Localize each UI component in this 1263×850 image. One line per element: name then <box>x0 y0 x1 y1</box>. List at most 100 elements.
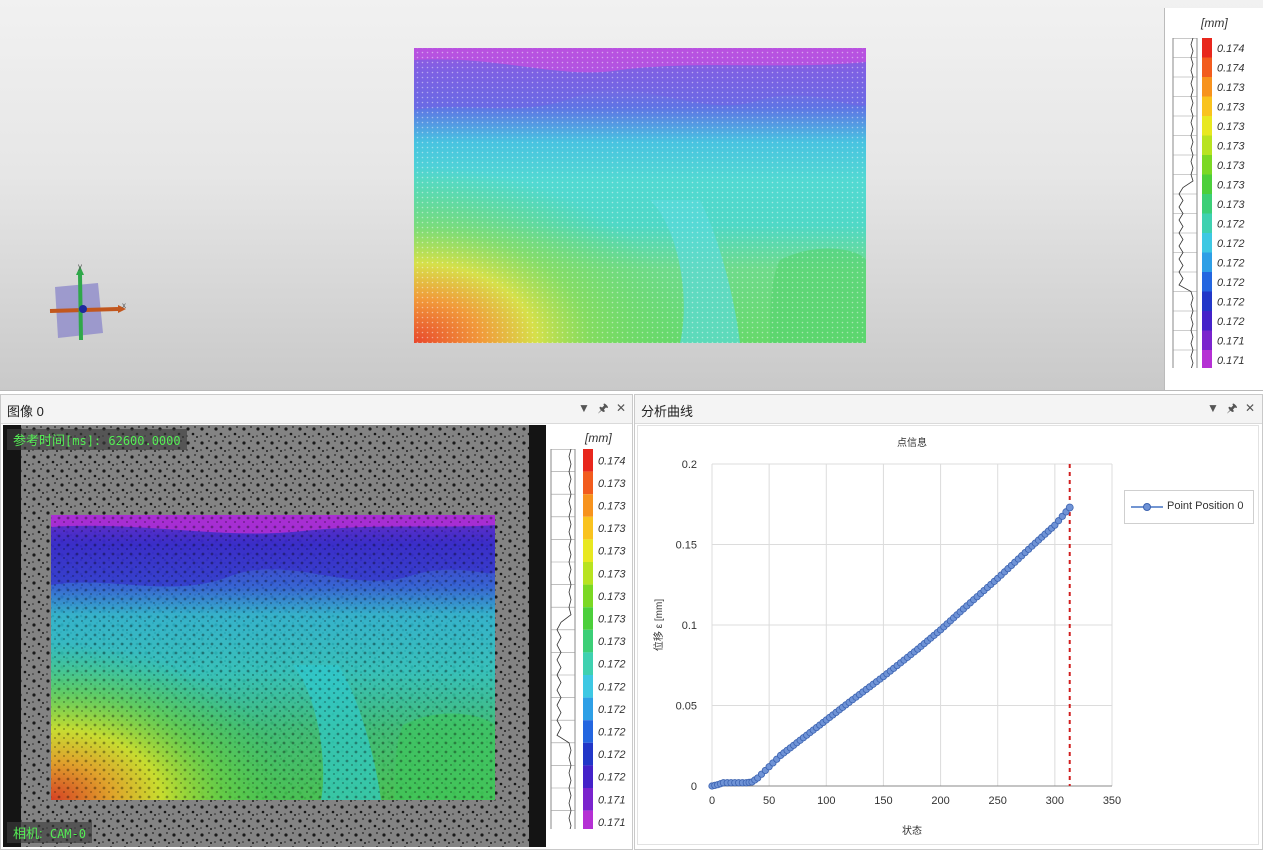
legend-color-swatch <box>1202 291 1212 311</box>
series-point <box>1065 503 1074 512</box>
image-legend-color-swatch <box>583 562 593 585</box>
chart-legend: Point Position 0 <box>1124 490 1254 524</box>
legend-color-swatch <box>1202 311 1212 331</box>
image-legend-color-swatch <box>583 765 593 788</box>
legend-color-swatch <box>1202 96 1212 116</box>
ref-time-caption: 参考时间 <box>13 433 66 448</box>
color-scale-legend: [mm] 0.174 0.174 0.173 0.173 0.173 0.173 0.173… <box>1164 8 1263 390</box>
image-legend-value-label: 0.171 <box>598 794 626 806</box>
legend-value-label: 0.173 <box>1217 140 1245 152</box>
chart-area[interactable]: 点信息 0 50 100 150 200 250 300 350 0 0.05 0.1 0.15 0.2 状… <box>637 425 1259 845</box>
x-tick-label: 0 <box>709 795 715 807</box>
y-tick-label: 0 <box>691 781 697 793</box>
image-legend-color-swatch <box>583 675 593 698</box>
image-legend-value-label: 0.172 <box>598 704 626 716</box>
image-color-scale-legend: [mm] 0.174 0.173 0.173 0.173 0.173 0.173 0.173… <box>546 425 631 847</box>
camera-image-view[interactable]: 参考时间[ms]: 62600.0000 相机: CAM-0 [mm] 0.17… <box>3 425 631 847</box>
legend-value-label: 0.172 <box>1217 257 1245 269</box>
image-legend-color-swatch <box>583 652 593 675</box>
image-legend-value-label: 0.171 <box>598 817 626 829</box>
image-legend-color-swatch <box>583 720 593 743</box>
image-legend-color-swatch <box>583 449 593 472</box>
chart-panel-header: 分析曲线 ▼ 🖈 ✕ <box>635 395 1262 424</box>
legend-histogram-box <box>1172 38 1198 368</box>
legend-color-swatch <box>1202 155 1212 175</box>
legend-scale-graphic: 0.174 0.174 0.173 0.173 0.173 0.173 0.173 0.173… <box>1172 38 1245 368</box>
legend-value-label: 0.172 <box>1217 277 1245 289</box>
image-legend-value-label: 0.174 <box>598 455 626 467</box>
image-legend-value-label: 0.173 <box>598 523 626 535</box>
image-panel: 图像 0 ▼ 🖈 ✕ 参考时间[ms]: 62600.0000 相机: CAM-… <box>0 394 633 850</box>
legend-value-label: 0.173 <box>1217 82 1245 94</box>
image-legend-color-swatch <box>583 539 593 562</box>
camera-image <box>21 425 529 847</box>
image-legend-value-label: 0.172 <box>598 727 626 739</box>
close-icon[interactable]: ✕ <box>1243 401 1257 415</box>
image-panel-header: 图像 0 ▼ 🖈 ✕ <box>1 395 632 424</box>
pin-icon[interactable]: 🖈 <box>1225 401 1239 415</box>
x-tick-label: 200 <box>931 795 949 807</box>
series-line <box>711 506 1071 787</box>
image-legend-value-label: 0.172 <box>598 659 626 671</box>
line-chart: 点信息 0 50 100 150 200 250 300 350 0 0.05 0.1 0.15 0.2 状… <box>652 436 1121 837</box>
axis-triad <box>49 266 126 341</box>
image-legend-value-label: 0.173 <box>598 614 626 626</box>
image-legend-histogram-box <box>550 449 576 829</box>
image-legend-value-label: 0.173 <box>598 636 626 648</box>
image-legend-value-label: 0.173 <box>598 501 626 513</box>
pin-icon[interactable]: 🖈 <box>596 401 610 415</box>
camera-value: CAM-0 <box>49 827 86 841</box>
camera-label: 相机: CAM-0 <box>7 822 92 843</box>
image-legend-value-label: 0.172 <box>598 772 626 784</box>
legend-color-swatch <box>1202 213 1212 233</box>
image-panel-title: 图像 0 <box>7 404 44 419</box>
legend-value-label: 0.172 <box>1217 238 1245 250</box>
legend-value-label: 0.174 <box>1217 43 1245 55</box>
legend-color-swatch <box>1202 350 1212 368</box>
legend-unit: [mm] <box>1201 16 1228 30</box>
axis-y-label: y <box>78 262 82 271</box>
x-tick-label: 50 <box>763 795 775 807</box>
legend-value-label: 0.171 <box>1217 355 1245 367</box>
legend-color-swatch <box>1202 77 1212 97</box>
x-tick-label: 150 <box>874 795 892 807</box>
y-tick-label: 0.2 <box>682 459 697 471</box>
y-axis-label: 位移 ε [mm] <box>652 599 665 651</box>
x-tick-label: 300 <box>1046 795 1064 807</box>
image-legend-value-label: 0.173 <box>598 478 626 490</box>
legend-value-label: 0.173 <box>1217 179 1245 191</box>
legend-value-label: 0.172 <box>1217 296 1245 308</box>
y-tick-label: 0.15 <box>676 540 697 552</box>
legend-color-swatch <box>1202 272 1212 292</box>
chart-title: 点信息 <box>897 436 927 449</box>
x-tick-label: 100 <box>817 795 835 807</box>
camera-caption: 相机: <box>13 826 43 841</box>
close-icon[interactable]: ✕ <box>614 401 628 415</box>
image-legend-color-swatch <box>583 494 593 517</box>
dropdown-icon[interactable]: ▼ <box>1206 401 1220 415</box>
image-legend-value-label: 0.173 <box>598 591 626 603</box>
legend-color-swatch <box>1202 233 1212 253</box>
legend-color-swatch <box>1202 194 1212 214</box>
legend-series-swatch <box>1131 503 1163 511</box>
legend-color-swatch <box>1202 174 1212 194</box>
image-legend-value-label: 0.172 <box>598 681 626 693</box>
legend-color-swatch <box>1202 38 1212 58</box>
legend-value-label: 0.174 <box>1217 62 1245 74</box>
chart-panel-title: 分析曲线 <box>641 404 694 419</box>
legend-series-label: Point Position 0 <box>1167 500 1244 512</box>
reference-time-label: 参考时间[ms]: 62600.0000 <box>7 429 187 450</box>
image-legend-value-label: 0.173 <box>598 546 626 558</box>
displacement-contour-map <box>414 48 866 343</box>
3d-scene <box>49 48 866 343</box>
image-legend-color-swatch <box>583 516 593 540</box>
image-legend-color-swatch <box>583 697 593 721</box>
dropdown-icon[interactable]: ▼ <box>577 401 591 415</box>
x-tick-label: 250 <box>989 795 1007 807</box>
image-legend-value-label: 0.173 <box>598 568 626 580</box>
legend-value-label: 0.172 <box>1217 218 1245 230</box>
image-legend-color-swatch <box>583 810 593 829</box>
legend-color-swatch <box>1202 252 1212 272</box>
legend-value-label: 0.173 <box>1217 199 1245 211</box>
3d-viewport[interactable]: x y [mm] 0.174 0.174 0.173 0.173 0.173 0.173 0… <box>0 0 1263 391</box>
